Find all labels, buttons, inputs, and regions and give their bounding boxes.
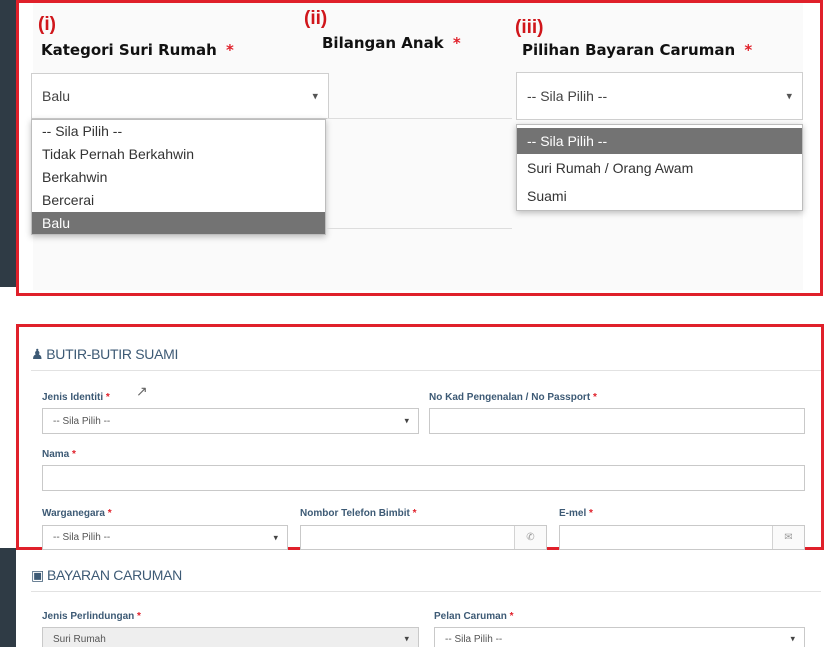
sidebar-strip-lower	[0, 548, 16, 647]
divider	[327, 228, 512, 229]
no-kad-label: No Kad Pengenalan / No Passport *	[429, 392, 597, 403]
kategori-option[interactable]: Tidak Pernah Berkahwin	[32, 143, 325, 166]
pelan-caruman-select[interactable]: -- Sila Pilih -- ▾	[434, 627, 805, 647]
warganegara-label: Warganegara *	[42, 508, 112, 519]
pilihan-bayaran-label: Pilihan Bayaran Caruman *	[522, 41, 753, 59]
kategori-option[interactable]: -- Sila Pilih --	[32, 120, 325, 143]
kategori-option-selected[interactable]: Balu	[32, 212, 325, 234]
marker-i: (i)	[38, 14, 56, 35]
jenis-perlindungan-select[interactable]: Suri Rumah ▾	[42, 627, 419, 647]
envelope-icon: ✉	[772, 526, 804, 549]
jenis-identiti-select[interactable]: -- Sila Pilih -- ▾	[42, 408, 419, 434]
chevron-down-icon: ▾	[273, 532, 278, 542]
pelan-caruman-label: Pelan Caruman *	[434, 611, 514, 622]
pilihan-bayaran-select[interactable]: -- Sila Pilih -- ▾	[516, 72, 803, 120]
section-divider	[31, 591, 821, 592]
emel-label: E-mel *	[559, 508, 593, 519]
money-icon: ▣	[31, 567, 44, 583]
mouse-cursor-icon: ↗	[136, 383, 148, 399]
pilihan-option[interactable]: Suami	[517, 182, 802, 210]
divider	[327, 118, 512, 119]
chevron-down-icon: ▾	[404, 415, 409, 426]
pilihan-bayaran-dropdown: -- Sila Pilih -- Suri Rumah / Orang Awam…	[516, 124, 803, 211]
kategori-dropdown: -- Sila Pilih -- Tidak Pernah Berkahwin …	[31, 119, 326, 235]
chevron-down-icon: ▾	[786, 90, 792, 103]
chevron-down-icon: ▾	[790, 633, 795, 644]
pilihan-option-selected[interactable]: -- Sila Pilih --	[517, 128, 802, 154]
phone-icon: ✆	[514, 526, 546, 549]
jenis-perlindungan-label: Jenis Perlindungan *	[42, 611, 141, 622]
kategori-option[interactable]: Berkahwin	[32, 166, 325, 189]
warganegara-select[interactable]: -- Sila Pilih -- ▾	[42, 525, 288, 550]
kategori-label: Kategori Suri Rumah *	[41, 41, 234, 59]
no-kad-input[interactable]	[429, 408, 805, 434]
telefon-label: Nombor Telefon Bimbit *	[300, 508, 417, 519]
emel-input[interactable]: ✉	[559, 525, 805, 550]
sidebar-strip	[0, 0, 16, 287]
annotation-box-middle	[16, 324, 824, 550]
jenis-identiti-label: Jenis Identiti *	[42, 392, 110, 403]
kategori-select[interactable]: Balu ▾	[31, 73, 329, 119]
nama-label: Nama *	[42, 449, 76, 460]
pilihan-option[interactable]: Suri Rumah / Orang Awam	[517, 154, 802, 182]
telefon-input[interactable]: ✆	[300, 525, 547, 550]
nama-input[interactable]	[42, 465, 805, 491]
chevron-down-icon: ▾	[312, 90, 318, 103]
marker-iii: (iii)	[515, 17, 544, 38]
marker-ii: (ii)	[304, 8, 328, 29]
bilangan-anak-label: Bilangan Anak *	[322, 34, 461, 52]
kategori-option[interactable]: Bercerai	[32, 189, 325, 212]
section-title-bayaran: ▣ BAYARAN CARUMAN	[31, 567, 182, 583]
chevron-down-icon: ▾	[404, 633, 409, 644]
